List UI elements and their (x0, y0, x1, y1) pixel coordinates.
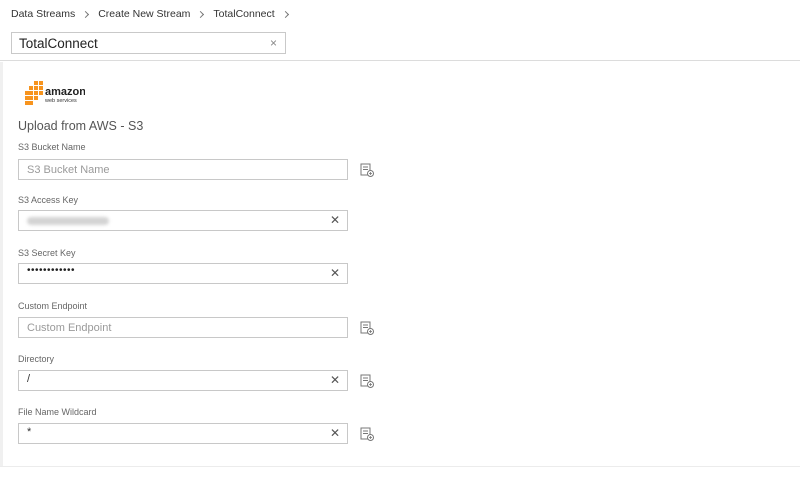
access-key-masked-value[interactable] (27, 217, 109, 225)
custom-endpoint-field (18, 317, 348, 338)
file-name-wildcard-label: File Name Wildcard (18, 407, 97, 417)
secret-key-clear-icon[interactable]: ✕ (330, 266, 340, 280)
breadcrumb: Data Streams Create New Stream TotalConn… (11, 6, 298, 22)
bucket-name-field (18, 159, 348, 180)
custom-endpoint-input[interactable] (19, 318, 319, 337)
chevron-right-icon (197, 10, 205, 18)
file-name-wildcard-value[interactable]: * (27, 426, 31, 438)
aws-logo-brand: amazon (45, 86, 85, 98)
stream-name-input[interactable] (12, 33, 262, 53)
section-title: Upload from AWS - S3 (18, 119, 144, 133)
document-settings-icon[interactable] (360, 163, 374, 177)
breadcrumb-data-streams[interactable]: Data Streams (11, 8, 75, 20)
secret-key-field: •••••••••••• ✕ (18, 263, 348, 284)
document-settings-icon[interactable] (360, 427, 374, 441)
document-settings-icon[interactable] (360, 374, 374, 388)
access-key-clear-icon[interactable]: ✕ (330, 213, 340, 227)
bucket-name-input[interactable] (19, 160, 319, 179)
stream-name-field: × (11, 32, 286, 54)
access-key-label: S3 Access Key (18, 195, 79, 205)
chevron-right-icon (82, 10, 90, 18)
chevron-right-icon (281, 10, 289, 18)
secret-key-label: S3 Secret Key (18, 248, 76, 258)
directory-label: Directory (18, 354, 55, 364)
directory-clear-icon[interactable]: ✕ (330, 373, 340, 387)
breadcrumb-create-new-stream[interactable]: Create New Stream (98, 8, 190, 20)
file-name-wildcard-field: * ✕ (18, 423, 348, 444)
bucket-name-label: S3 Bucket Name (18, 142, 86, 152)
aws-logo-sub: web services (44, 98, 77, 104)
aws-logo: amazon web services (25, 81, 85, 105)
file-name-wildcard-clear-icon[interactable]: ✕ (330, 426, 340, 440)
document-settings-icon[interactable] (360, 321, 374, 335)
custom-endpoint-label: Custom Endpoint (18, 301, 88, 311)
stream-name-clear-icon[interactable]: × (270, 36, 277, 50)
access-key-field: ✕ (18, 210, 348, 231)
directory-value[interactable]: / (27, 373, 30, 385)
breadcrumb-totalconnect[interactable]: TotalConnect (213, 8, 274, 20)
bottom-divider (0, 466, 800, 467)
directory-field: / ✕ (18, 370, 348, 391)
secret-key-value[interactable]: •••••••••••• (27, 265, 75, 276)
page-header: Data Streams Create New Stream TotalConn… (0, 0, 800, 61)
